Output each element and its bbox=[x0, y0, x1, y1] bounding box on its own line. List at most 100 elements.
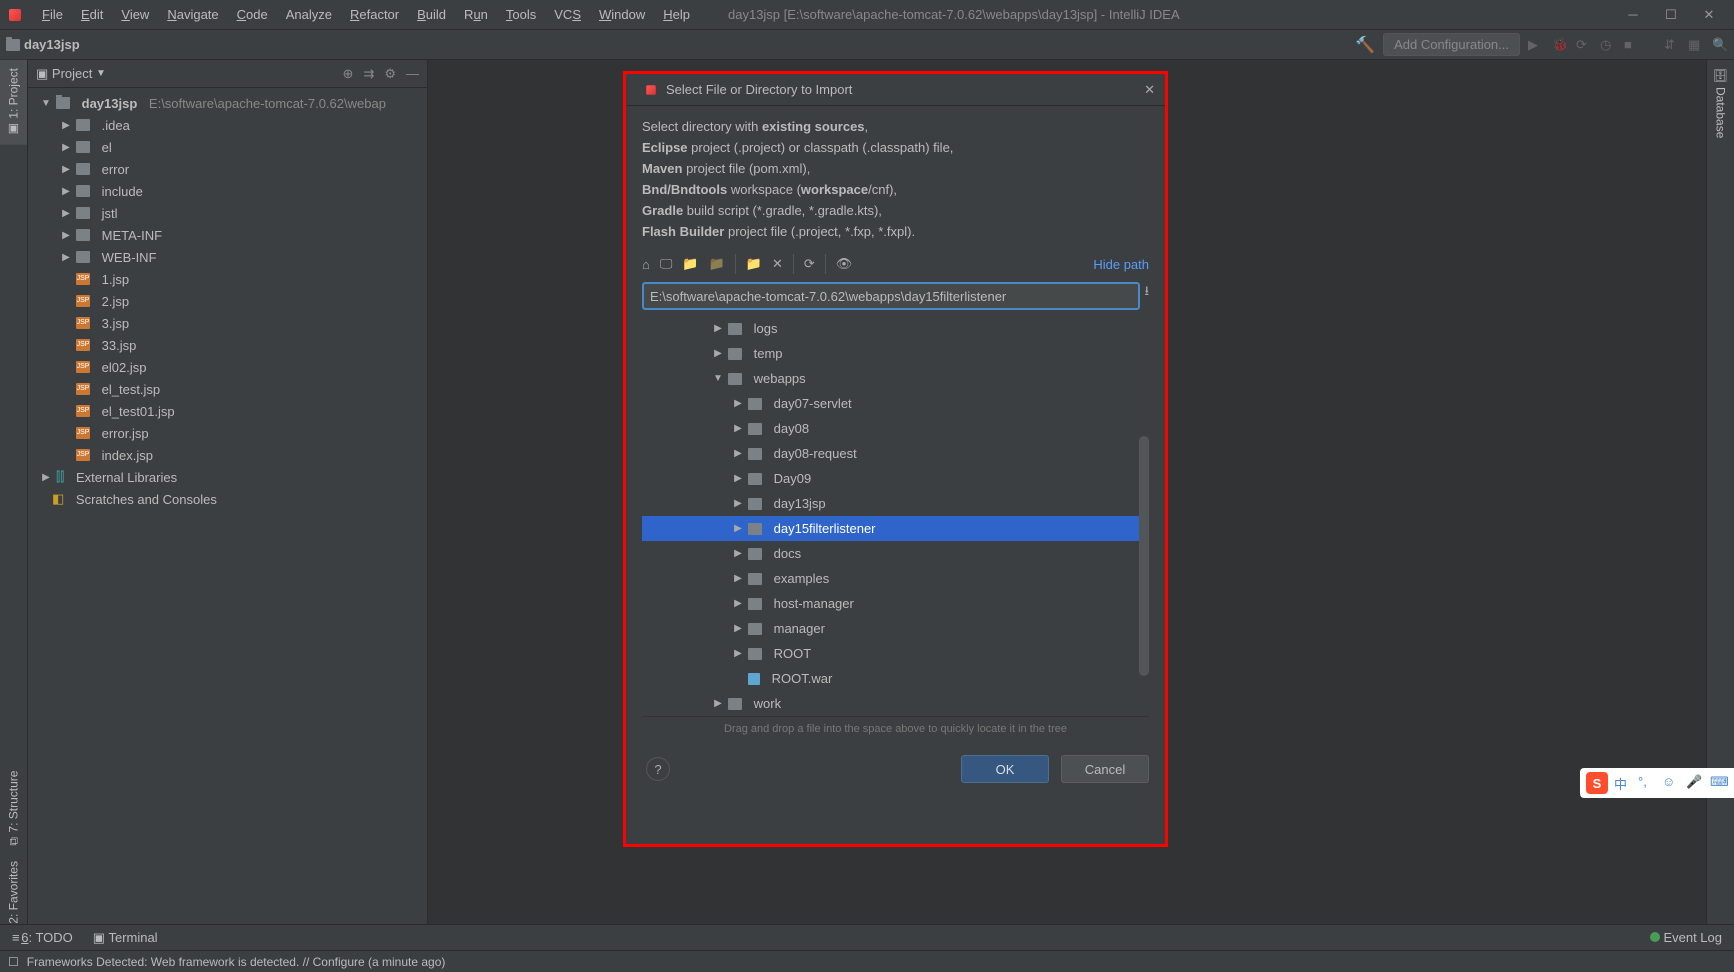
tree-folder[interactable]: ▶ WEB-INF bbox=[28, 246, 427, 268]
ime-bar[interactable]: S 中 °, ☺ 🎤 ⌨ bbox=[1580, 768, 1734, 798]
tree-folder[interactable]: ▶ jstl bbox=[28, 202, 427, 224]
tree-item[interactable]: ▶ logs bbox=[642, 316, 1149, 341]
debug-icon[interactable]: 🐞 bbox=[1552, 37, 1568, 53]
tab-structure[interactable]: ⧉7: Structure bbox=[0, 763, 27, 854]
menu-code[interactable]: Code bbox=[229, 3, 276, 26]
module-dir-icon[interactable]: 📁 bbox=[709, 256, 725, 272]
terminal-tab[interactable]: ▣ Terminal bbox=[93, 930, 158, 946]
ime-voice-icon[interactable]: 🎤 bbox=[1686, 774, 1704, 792]
tree-folder[interactable]: ▶ .idea bbox=[28, 114, 427, 136]
locate-icon[interactable]: ⊕ bbox=[343, 66, 354, 82]
ok-button[interactable]: OK bbox=[961, 755, 1049, 783]
menu-file[interactable]: File bbox=[34, 3, 71, 26]
menu-view[interactable]: View bbox=[113, 3, 157, 26]
search-everywhere-icon[interactable]: 🔍 bbox=[1712, 37, 1728, 53]
profile-icon[interactable]: ◷ bbox=[1600, 37, 1616, 53]
tree-folder[interactable]: ▶ META-INF bbox=[28, 224, 427, 246]
cancel-button[interactable]: Cancel bbox=[1061, 755, 1149, 783]
dialog-titlebar[interactable]: Select File or Directory to Import ✕ bbox=[626, 74, 1165, 106]
tree-folder[interactable]: ▶ error bbox=[28, 158, 427, 180]
project-root[interactable]: ▼ day13jsp E:\software\apache-tomcat-7.0… bbox=[28, 92, 427, 114]
tree-item-file[interactable]: ROOT.war bbox=[642, 666, 1149, 691]
ime-emoji-icon[interactable]: ☺ bbox=[1662, 774, 1680, 792]
tree-folder[interactable]: ▶ include bbox=[28, 180, 427, 202]
menu-tools[interactable]: Tools bbox=[498, 3, 544, 26]
tab-project[interactable]: ▣1: Project bbox=[0, 60, 27, 145]
tree-item[interactable]: ▶ day07-servlet bbox=[642, 391, 1149, 416]
ime-chinese-icon[interactable]: 中 bbox=[1614, 774, 1632, 792]
refresh-icon[interactable]: ⟳ bbox=[804, 256, 815, 272]
event-log-tab[interactable]: Event Log bbox=[1650, 930, 1722, 945]
tree-file[interactable]: JSP el_test01.jsp bbox=[28, 400, 427, 422]
tree-item[interactable]: ▶ day13jsp bbox=[642, 491, 1149, 516]
ime-sogou-icon[interactable]: S bbox=[1586, 772, 1608, 794]
tree-file[interactable]: JSP error.jsp bbox=[28, 422, 427, 444]
tree-item[interactable]: ▶ ROOT bbox=[642, 641, 1149, 666]
run-config-button[interactable]: Add Configuration... bbox=[1383, 33, 1520, 56]
new-folder-icon[interactable]: 📁 bbox=[746, 256, 762, 272]
tree-item[interactable]: ▶ work bbox=[642, 691, 1149, 716]
history-dropdown-icon[interactable]: ⭳ bbox=[1144, 282, 1149, 310]
hide-path-link[interactable]: Hide path bbox=[1093, 257, 1149, 272]
menu-refactor[interactable]: Refactor bbox=[342, 3, 407, 26]
path-input[interactable] bbox=[642, 282, 1140, 310]
delete-icon[interactable]: ✕ bbox=[772, 256, 783, 272]
tree-item-selected[interactable]: ▶ day15filterlistener bbox=[642, 516, 1149, 541]
tree-file[interactable]: JSP el_test.jsp bbox=[28, 378, 427, 400]
tree-item[interactable]: ▼ webapps bbox=[642, 366, 1149, 391]
tree-item[interactable]: ▶ examples bbox=[642, 566, 1149, 591]
scrollbar[interactable] bbox=[1139, 436, 1149, 676]
tree-file[interactable]: JSP 33.jsp bbox=[28, 334, 427, 356]
external-libraries[interactable]: ▶⫿⫿ External Libraries bbox=[28, 466, 427, 488]
tree-file[interactable]: JSP el02.jsp bbox=[28, 356, 427, 378]
tree-item[interactable]: ▶ manager bbox=[642, 616, 1149, 641]
expand-icon[interactable]: ⇉ bbox=[363, 66, 374, 82]
menu-window[interactable]: Window bbox=[591, 3, 653, 26]
ime-keyboard-icon[interactable]: ⌨ bbox=[1710, 774, 1728, 792]
menu-run[interactable]: Run bbox=[456, 3, 496, 26]
tree-item[interactable]: ▶ day08-request bbox=[642, 441, 1149, 466]
gear-icon[interactable]: ⚙ bbox=[384, 66, 396, 82]
window-maximize[interactable]: ☐ bbox=[1662, 6, 1680, 24]
update-icon[interactable]: ⇵ bbox=[1664, 37, 1680, 53]
tree-item[interactable]: ▶ temp bbox=[642, 341, 1149, 366]
status-icon[interactable]: ☐ bbox=[8, 955, 19, 969]
tab-database[interactable]: 🗄Database bbox=[1707, 60, 1734, 147]
tree-item[interactable]: ▶ Day09 bbox=[642, 466, 1149, 491]
window-close[interactable]: ✕ bbox=[1700, 6, 1718, 24]
project-tree[interactable]: ▼ day13jsp E:\software\apache-tomcat-7.0… bbox=[28, 88, 427, 514]
tree-file[interactable]: JSP index.jsp bbox=[28, 444, 427, 466]
tree-file[interactable]: JSP 3.jsp bbox=[28, 312, 427, 334]
coverage-icon[interactable]: ⟳ bbox=[1576, 37, 1592, 53]
desktop-icon[interactable]: 🖵 bbox=[660, 256, 673, 272]
menu-analyze[interactable]: Analyze bbox=[278, 3, 340, 26]
hide-icon[interactable]: — bbox=[406, 66, 419, 82]
window-minimize[interactable]: ─ bbox=[1624, 6, 1642, 24]
file-tree[interactable]: ▶ logs ▶ temp ▼ webapps ▶ day07-servlet … bbox=[642, 316, 1149, 717]
project-dir-icon[interactable]: 📁 bbox=[682, 256, 698, 272]
tree-item[interactable]: ▶ day08 bbox=[642, 416, 1149, 441]
stop-icon[interactable]: ■ bbox=[1624, 37, 1640, 53]
run-icon[interactable]: ▶ bbox=[1528, 37, 1544, 53]
close-icon[interactable]: ✕ bbox=[1144, 82, 1155, 98]
menu-build[interactable]: Build bbox=[409, 3, 454, 26]
breadcrumb[interactable]: day13jsp bbox=[6, 37, 80, 52]
tree-file[interactable]: JSP 2.jsp bbox=[28, 290, 427, 312]
menu-vcs[interactable]: VCS bbox=[546, 3, 589, 26]
home-icon[interactable]: ⌂ bbox=[642, 257, 650, 272]
ime-punct-icon[interactable]: °, bbox=[1638, 774, 1656, 792]
scratches[interactable]: ◧ Scratches and Consoles bbox=[28, 488, 427, 510]
menu-navigate[interactable]: Navigate bbox=[159, 3, 226, 26]
todo-tab[interactable]: ≡ 6: 6: TODOTODO bbox=[12, 930, 73, 945]
project-panel-header[interactable]: ▣ Project ▼ ⊕ ⇉ ⚙ — bbox=[28, 60, 427, 88]
tree-item[interactable]: ▶ docs bbox=[642, 541, 1149, 566]
menu-help[interactable]: Help bbox=[655, 3, 698, 26]
help-button[interactable]: ? bbox=[646, 757, 670, 781]
status-text[interactable]: Frameworks Detected: Web framework is de… bbox=[27, 955, 446, 969]
tree-item[interactable]: ▶ host-manager bbox=[642, 591, 1149, 616]
build-icon[interactable]: 🔨 bbox=[1355, 35, 1375, 55]
tree-file[interactable]: JSP 1.jsp bbox=[28, 268, 427, 290]
tree-folder[interactable]: ▶ el bbox=[28, 136, 427, 158]
show-hidden-icon[interactable]: 👁 bbox=[836, 256, 853, 272]
menu-edit[interactable]: Edit bbox=[73, 3, 111, 26]
